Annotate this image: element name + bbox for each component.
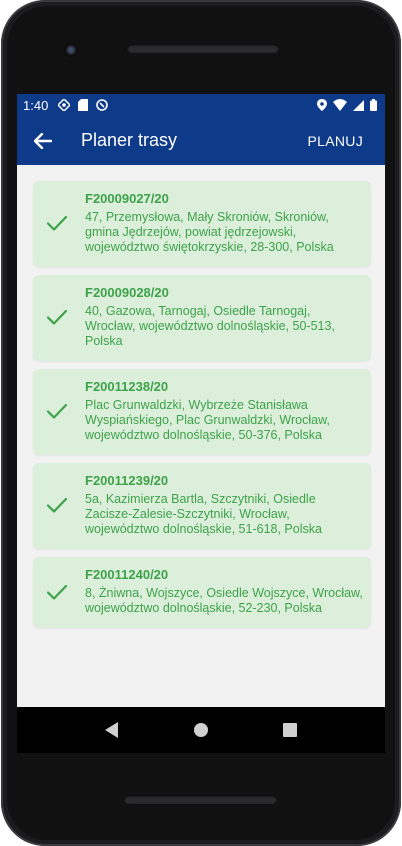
order-card[interactable]: F20011239/20 5a, Kazimierza Bartla, Szczy… [33,463,371,549]
order-address: 40, Gazowa, Tarnogaj, Osiedle Tarnogaj, … [85,304,335,348]
status-bar: 1:40 [17,94,385,116]
page-title: Planer trasy [81,130,178,150]
order-list: F20009027/20 47, Przemysłowa, Mały Skroni… [17,165,385,628]
order-address: Plac Grunwaldzki, Wybrzeże Stanisława Wy… [85,398,330,442]
order-id: F20011240/20 [85,567,169,582]
order-id: F20009027/20 [85,191,169,206]
order-text: F20009027/20 47, Przemysłowa, Mały Skroni… [85,191,363,255]
order-card[interactable]: F20009028/20 40, Gazowa, Tarnogaj, Osiedl… [33,275,371,361]
bottom-speaker [124,795,277,804]
front-camera [63,42,79,58]
status-time: 1:40 [23,97,49,113]
order-address: 47, Przemysłowa, Mały Skroniów, Skroniów… [85,210,334,254]
screen: 1:40 Planer trasy PLANUJ F20009027/20 47,… [17,94,385,753]
wifi-icon [333,99,347,111]
battery-icon [370,99,377,111]
order-card[interactable]: F20011240/20 8, Żniwna, Wojszyce, Osiedle… [33,557,371,628]
check-icon [46,309,68,325]
navigation-bar [17,707,385,753]
signal-icon [353,99,364,111]
order-card[interactable]: F20011238/20 Plac Grunwaldzki, Wybrzeże S… [33,369,371,455]
back-button[interactable] [17,116,69,165]
order-id: F20009028/20 [85,285,169,300]
nav-back-button[interactable] [97,715,127,745]
top-speaker [127,44,279,53]
app-bar: Planer trasy PLANUJ [17,116,385,165]
nav-recents-button[interactable] [275,715,305,745]
nav-home-button[interactable] [186,715,216,745]
order-address: 5a, Kazimierza Bartla, Szczytniki, Osied… [85,492,322,536]
triangle-back-icon [104,722,118,738]
data-saver-icon [96,99,109,111]
order-id: F20011239/20 [85,473,169,488]
plan-button[interactable]: PLANUJ [308,133,363,149]
order-text: F20011239/20 5a, Kazimierza Bartla, Szczy… [85,473,363,537]
order-text: F20011238/20 Plac Grunwaldzki, Wybrzeże S… [85,379,363,443]
location-target-icon [58,99,71,111]
check-icon [46,497,68,513]
check-icon [46,584,68,600]
check-icon [46,215,68,231]
order-text: F20009028/20 40, Gazowa, Tarnogaj, Osiedl… [85,285,363,349]
check-icon [46,403,68,419]
circle-home-icon [193,723,208,737]
square-recents-icon [283,723,298,737]
arrow-back-icon [34,132,52,149]
location-icon [317,99,327,111]
order-card[interactable]: F20009027/20 47, Przemysłowa, Mały Skroni… [33,181,371,267]
order-id: F20011238/20 [85,379,169,394]
order-text: F20011240/20 8, Żniwna, Wojszyce, Osiedle… [85,567,363,616]
order-address: 8, Żniwna, Wojszyce, Osiedle Wojszyce, W… [85,586,363,615]
sd-card-icon [78,99,89,111]
